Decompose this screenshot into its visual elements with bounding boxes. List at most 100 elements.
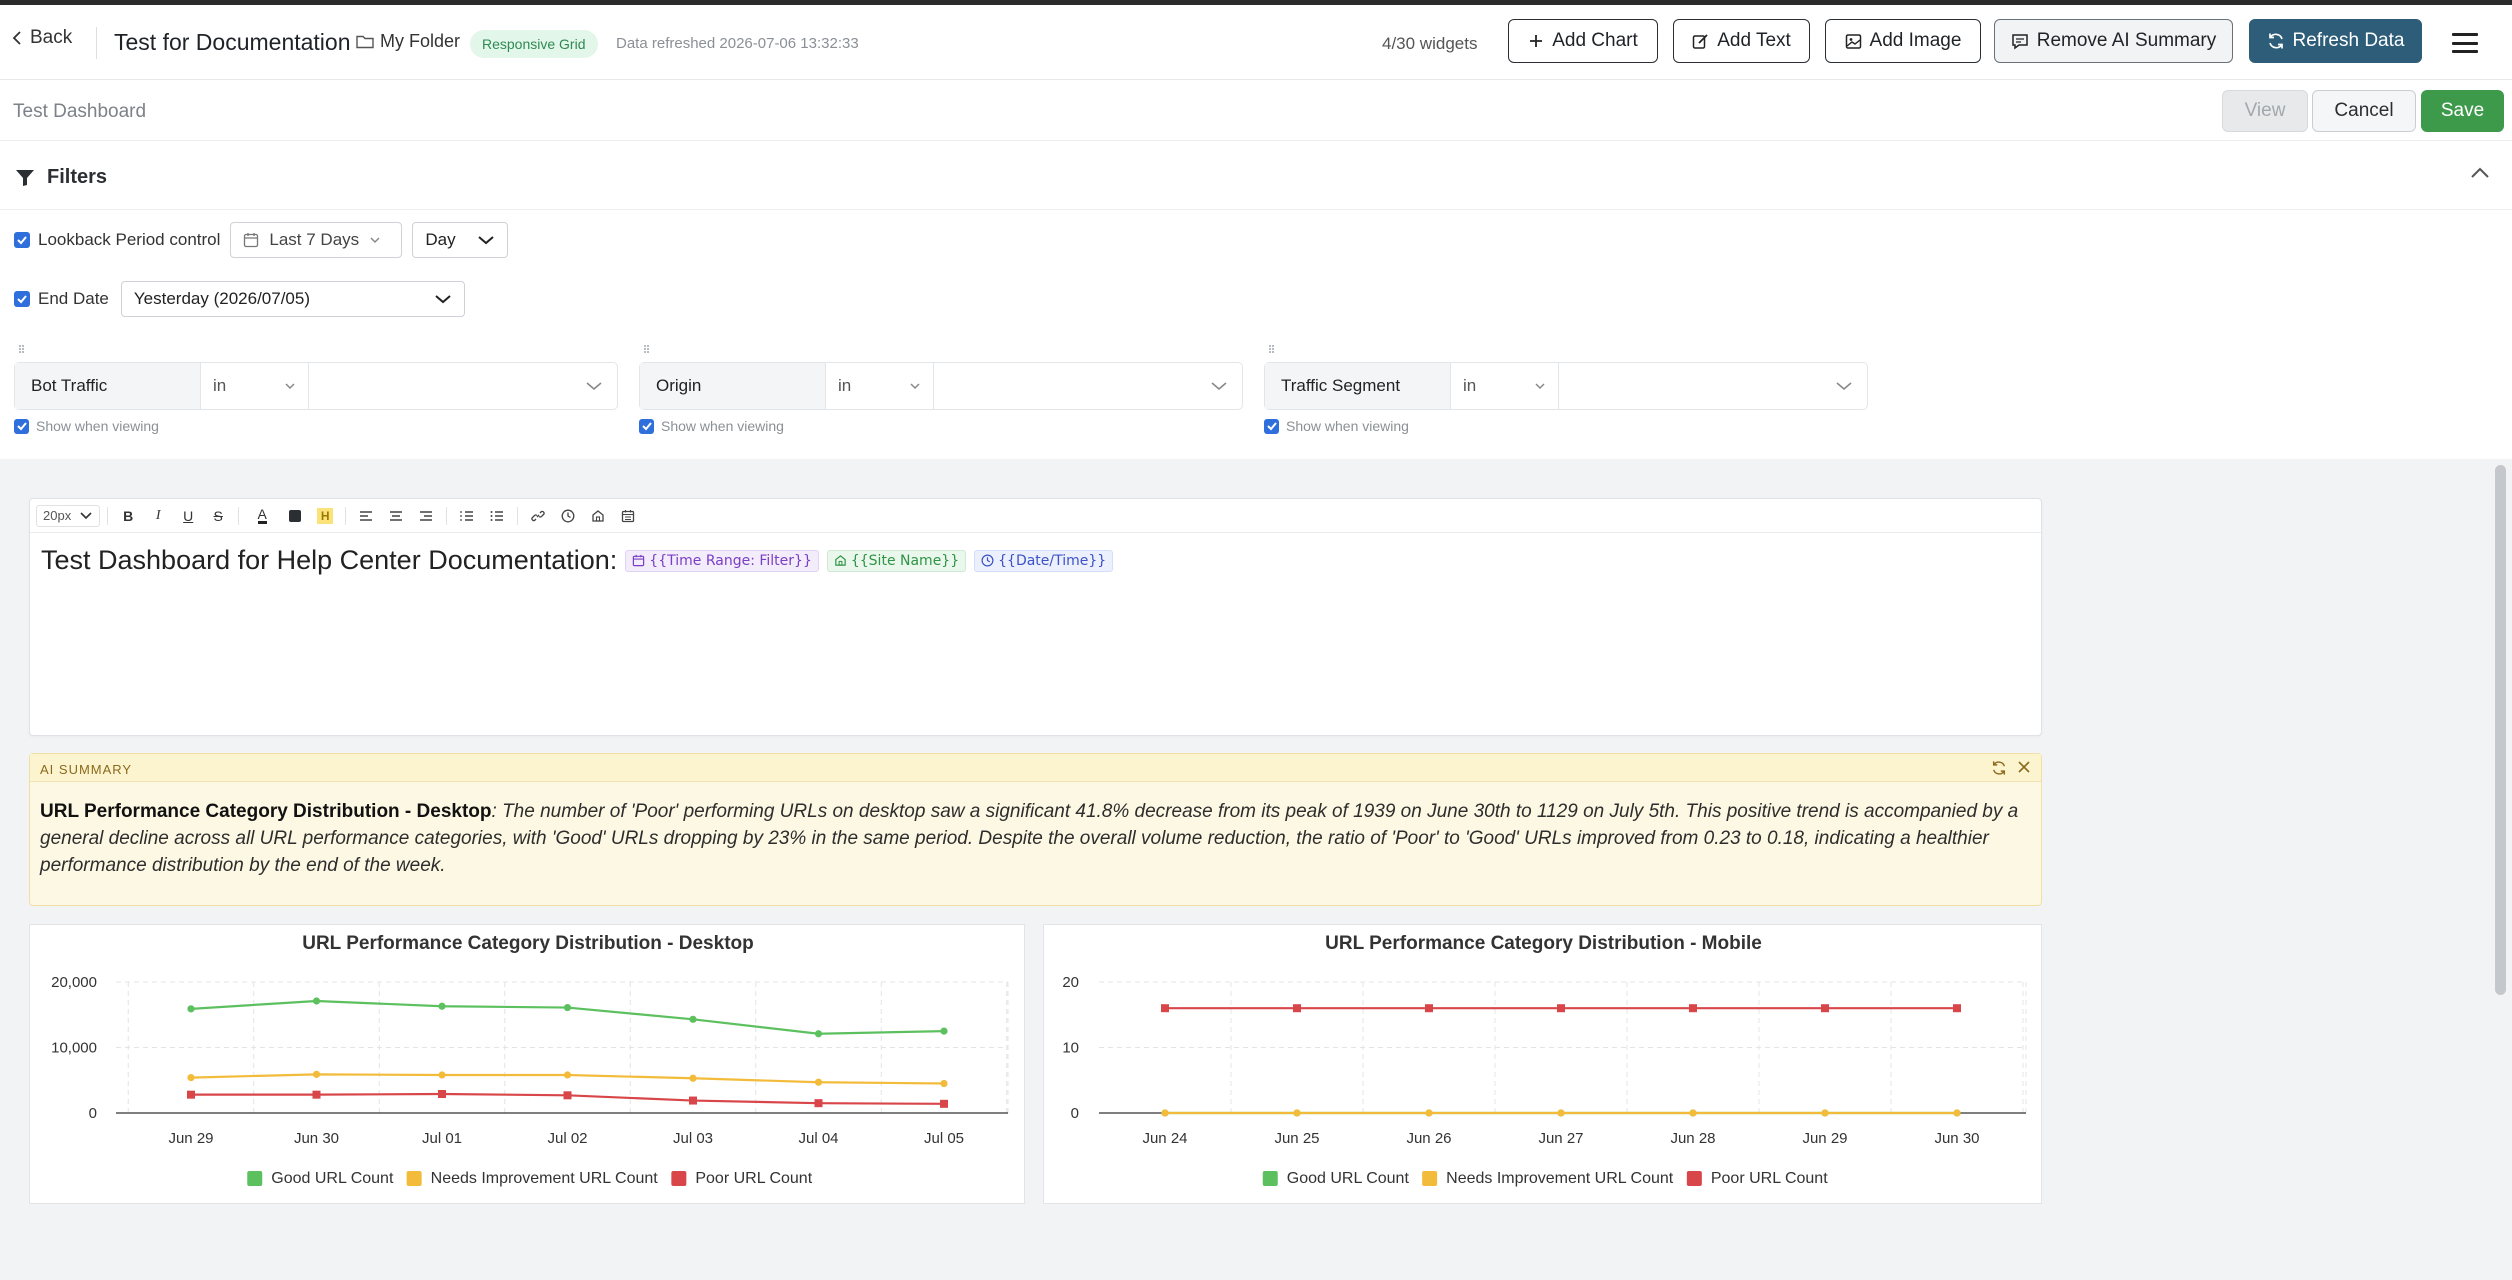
filters-title: Filters <box>15 166 107 189</box>
operator-value: in <box>1463 376 1477 395</box>
fill-color-icon[interactable] <box>282 503 308 529</box>
filters-header[interactable]: Filters <box>0 142 2512 210</box>
x-tick-label: Jul 02 <box>547 1130 587 1147</box>
ai-summary-label: AI SUMMARY <box>40 762 133 777</box>
y-tick-label: 0 <box>89 1105 97 1122</box>
chevron-up-icon[interactable] <box>2470 166 2490 180</box>
chevron-down-icon <box>80 511 92 519</box>
filter-name: Bot Traffic <box>15 363 201 409</box>
toolbar-divider <box>345 506 347 525</box>
show-when-viewing-checkbox[interactable] <box>14 418 29 434</box>
legend-swatch <box>671 1171 687 1186</box>
chevron-down-icon <box>1836 382 1852 391</box>
cancel-button[interactable]: Cancel <box>2312 90 2416 132</box>
menu-icon[interactable] <box>2452 33 2478 53</box>
legend-label: Poor URL Count <box>1711 1170 1828 1187</box>
drag-handle-icon[interactable] <box>1269 345 1275 353</box>
folder-link[interactable]: My Folder <box>356 31 460 52</box>
refresh-data-label: Refresh Data <box>2292 30 2405 51</box>
x-tick-label: Jun 30 <box>1934 1130 1979 1147</box>
filter-origin: Origin in <box>639 362 1243 410</box>
save-button[interactable]: Save <box>2421 90 2504 132</box>
align-right-icon[interactable] <box>413 503 439 529</box>
underline-icon[interactable]: U <box>175 503 201 529</box>
operator-value: in <box>838 376 852 395</box>
scrollbar-thumb[interactable] <box>2495 465 2506 995</box>
lookback-period-select[interactable]: Last 7 Days <box>230 222 403 258</box>
dashboard-name[interactable]: Test Dashboard <box>13 101 146 123</box>
end-date-checkbox[interactable] <box>14 291 30 307</box>
line-chart: URL Performance Category Distribution - … <box>51 933 1009 1187</box>
show-when-viewing-option: Show when viewing <box>639 418 784 434</box>
chevron-down-icon <box>910 383 920 390</box>
data-point <box>1953 1109 1961 1117</box>
drag-handle-icon[interactable] <box>19 345 25 353</box>
text-color-icon[interactable]: A <box>246 503 278 529</box>
y-tick-label: 20 <box>1062 974 1079 991</box>
add-image-button[interactable]: Add Image <box>1825 19 1981 63</box>
numbered-list-icon[interactable] <box>454 503 480 529</box>
data-point <box>940 1027 948 1035</box>
bold-icon[interactable]: B <box>115 503 141 529</box>
ai-summary-widget: AI SUMMARY URL Performance Category Dist… <box>29 753 2042 906</box>
calendar-icon[interactable] <box>615 503 641 529</box>
granularity-select[interactable]: Day <box>412 222 509 258</box>
line-chart: URL Performance Category Distribution - … <box>1062 933 2027 1187</box>
align-left-icon[interactable] <box>353 503 379 529</box>
x-tick-label: Jun 28 <box>1670 1130 1715 1147</box>
legend-label: Good URL Count <box>271 1170 394 1187</box>
italic-icon[interactable]: I <box>145 503 171 529</box>
text-widget[interactable]: 20px B I U S A H Test Dashboard for Help… <box>29 498 2042 736</box>
site-icon[interactable] <box>585 503 611 529</box>
refresh-data-button[interactable]: Refresh Data <box>2249 19 2422 63</box>
drag-handle-icon[interactable] <box>644 345 650 353</box>
desktop-chart-widget[interactable]: URL Performance Category Distribution - … <box>29 924 1025 1204</box>
refresh-timestamp: Data refreshed 2026-07-06 13:32:33 <box>616 35 859 52</box>
calendar-icon <box>633 554 645 567</box>
close-icon[interactable] <box>2017 760 2031 774</box>
remove-ai-label: Remove AI Summary <box>2036 30 2217 51</box>
back-button[interactable]: Back <box>12 27 72 49</box>
end-date-select[interactable]: Yesterday (2026/07/05) <box>120 281 465 317</box>
site-name-tag[interactable]: {{Site Name}} <box>826 549 967 572</box>
date-time-tag-label: {{Date/Time}} <box>998 552 1107 569</box>
value-select[interactable] <box>1559 363 1867 409</box>
highlight-icon[interactable]: H <box>312 503 338 529</box>
operator-select[interactable]: in <box>201 363 309 409</box>
show-when-viewing-checkbox[interactable] <box>639 418 654 434</box>
data-point <box>689 1015 697 1023</box>
view-button[interactable]: View <box>2222 90 2308 132</box>
data-point <box>1293 1004 1301 1013</box>
data-point <box>438 1090 446 1099</box>
add-text-button[interactable]: Add Text <box>1673 19 1810 63</box>
operator-select[interactable]: in <box>1451 363 1559 409</box>
chevron-left-icon <box>12 31 21 45</box>
date-time-tag[interactable]: {{Date/Time}} <box>974 549 1114 572</box>
data-point <box>312 1070 321 1078</box>
show-when-viewing-checkbox[interactable] <box>1264 418 1279 434</box>
add-chart-button[interactable]: Add Chart <box>1508 19 1658 63</box>
legend-swatch <box>1686 1171 1702 1186</box>
link-icon[interactable] <box>525 503 551 529</box>
text-content[interactable]: Test Dashboard for Help Center Documenta… <box>41 545 1114 576</box>
operator-select[interactable]: in <box>826 363 934 409</box>
data-point <box>563 1071 572 1079</box>
value-select[interactable] <box>309 363 617 409</box>
data-point <box>940 1079 948 1088</box>
filters-label: Filters <box>47 166 108 188</box>
time-range-tag[interactable]: {{Time Range: Filter}} <box>625 549 819 572</box>
strikethrough-icon[interactable]: S <box>205 503 231 529</box>
show-when-viewing-option: Show when viewing <box>1264 418 1409 434</box>
mobile-chart-widget[interactable]: URL Performance Category Distribution - … <box>1043 924 2042 1204</box>
align-center-icon[interactable] <box>383 503 409 529</box>
remove-ai-summary-button[interactable]: Remove AI Summary <box>1994 19 2233 63</box>
time-range-tag-label: {{Time Range: Filter}} <box>649 552 812 569</box>
top-bar: Back Test for Documentation My Folder Re… <box>0 5 2512 80</box>
bullet-list-icon[interactable] <box>484 503 510 529</box>
clock-icon[interactable] <box>555 503 581 529</box>
value-select[interactable] <box>934 363 1242 409</box>
font-size-select[interactable]: 20px <box>36 504 101 527</box>
refresh-icon[interactable] <box>1991 760 2007 776</box>
lookback-checkbox[interactable] <box>14 232 30 248</box>
data-point <box>1689 1109 1697 1117</box>
